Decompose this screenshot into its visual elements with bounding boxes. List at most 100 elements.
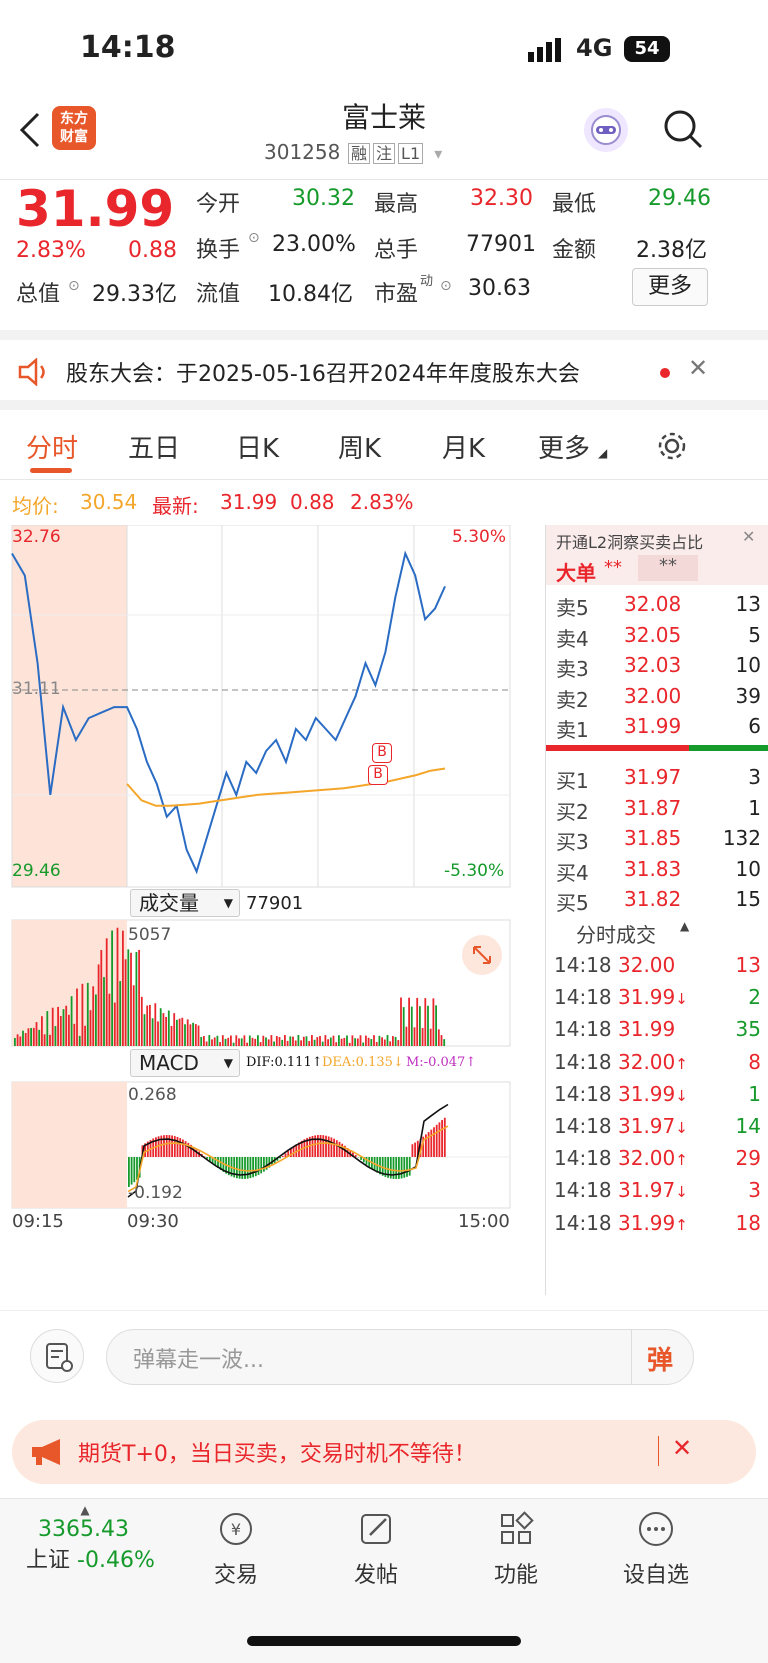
tab-weekly[interactable]: 周K xyxy=(338,428,381,465)
ask-row[interactable]: 卖4 32.05 5 xyxy=(546,619,768,651)
volume-bar xyxy=(140,996,143,1046)
speaker-icon xyxy=(18,358,45,386)
macd-bar xyxy=(395,1157,398,1179)
dropdown-icon[interactable]: ▾ xyxy=(434,144,442,163)
intraday-chart[interactable]: 32.76 31.11 29.46 5.30% -5.30% B B 成交量 ▼ … xyxy=(0,524,545,1295)
tab-trade[interactable]: ¥ 交易 xyxy=(176,1509,296,1589)
bid-row[interactable]: 买1 31.97 3 xyxy=(546,761,768,793)
tab-intraday[interactable]: 分时 xyxy=(26,428,78,465)
chart-tabs: 分时 五日 日K 周K 月K 更多 ◢ xyxy=(0,410,768,480)
l2-promo-text: 开通L2洞察买卖占比 xyxy=(556,533,704,552)
close-icon[interactable]: ✕ xyxy=(742,527,755,546)
notice-bar[interactable]: 股东大会：于2025-05-16召开2024年年度股东大会 ✕ xyxy=(0,340,768,410)
tab-more-caret-icon: ◢ xyxy=(598,446,608,460)
stock-name: 富士莱 xyxy=(341,101,426,134)
ad-banner[interactable]: 期货T+0，当日买卖，交易时机不等待！ ✕ xyxy=(12,1420,756,1484)
macd-bar xyxy=(244,1157,246,1179)
stat-label-high: 最高 xyxy=(374,192,419,217)
volume-bar xyxy=(19,1036,22,1046)
pe-info-icon[interactable]: ⊙ xyxy=(440,278,452,294)
info-icon[interactable]: ⊙ xyxy=(68,278,80,294)
volume-bar xyxy=(329,1037,332,1046)
y-mid-label: 31.11 xyxy=(12,679,61,699)
volume-bar xyxy=(41,1016,43,1046)
volume-selector[interactable]: 成交量 ▼ xyxy=(130,889,240,917)
volume-bar xyxy=(429,1028,432,1046)
macd-selector[interactable]: MACD ▼ xyxy=(130,1049,240,1077)
index-ticker[interactable]: ▲ 3365.43 上证 -0.46% xyxy=(20,1503,155,1574)
last-pct: 2.83% xyxy=(350,490,414,514)
collapse-icon[interactable]: ▲ xyxy=(680,919,689,933)
tick-price: 32.00↑ xyxy=(618,1050,688,1074)
volume-bar xyxy=(65,1005,68,1046)
tick-arrow: ↓ xyxy=(675,1119,688,1137)
turnover-info-icon[interactable]: ⊙ xyxy=(248,230,260,246)
buy-marker-2[interactable]: B xyxy=(368,765,388,785)
volume-bar xyxy=(211,1039,213,1046)
macd-bar xyxy=(430,1129,433,1157)
tab-more[interactable]: 更多 xyxy=(538,428,590,465)
bid-row[interactable]: 买2 31.87 1 xyxy=(546,792,768,824)
volume-bar xyxy=(273,1041,275,1046)
bid-row[interactable]: 买3 31.85 132 xyxy=(546,822,768,854)
close-icon[interactable]: ✕ xyxy=(688,354,708,382)
index-caret-icon: ▲ xyxy=(80,1503,90,1517)
tab-post[interactable]: 发帖 xyxy=(316,1509,436,1589)
danmu-list-icon[interactable] xyxy=(30,1329,84,1383)
ask-vol: 39 xyxy=(735,683,761,708)
ask-price: 32.08 xyxy=(624,592,682,616)
volume-bar xyxy=(27,1028,30,1046)
tab-5day[interactable]: 五日 xyxy=(128,428,180,465)
search-icon[interactable] xyxy=(662,108,704,150)
volume-bar xyxy=(84,1025,86,1046)
volume-bar xyxy=(86,982,89,1046)
expand-icon[interactable] xyxy=(462,935,502,975)
volume-bar xyxy=(186,1019,189,1046)
volume-bar xyxy=(219,1042,221,1046)
volume-bar xyxy=(108,993,111,1046)
back-icon[interactable] xyxy=(18,112,42,148)
tab-functions[interactable]: 功能 xyxy=(456,1509,576,1589)
ask-row[interactable]: 卖2 32.00 39 xyxy=(546,680,768,712)
macd-bar xyxy=(333,1138,335,1157)
bid-row[interactable]: 买5 31.82 15 xyxy=(546,883,768,915)
tick-row: 14:18 31.97↓ 3 xyxy=(546,1174,768,1206)
volume-bar xyxy=(354,1038,356,1046)
l2-promo[interactable]: 开通L2洞察买卖占比 ✕ 大单 ** ** xyxy=(546,525,768,585)
volume-bar xyxy=(70,996,73,1046)
tick-time: 14:18 xyxy=(554,985,612,1010)
ticks-header[interactable]: 分时成交 ▲ xyxy=(546,913,768,953)
danmu-send-button[interactable]: 弹 xyxy=(647,1340,673,1377)
tab-daily[interactable]: 日K xyxy=(236,428,279,465)
volume-bar xyxy=(238,1038,240,1046)
more-button[interactable]: 更多 xyxy=(632,268,708,306)
tab-monthly[interactable]: 月K xyxy=(442,428,485,465)
volume-bar xyxy=(437,1029,440,1046)
settings-gear-icon[interactable] xyxy=(656,430,688,462)
ask-row[interactable]: 卖3 32.03 10 xyxy=(546,649,768,681)
stat-value-low: 29.46 xyxy=(648,186,711,211)
volume-bar xyxy=(251,1037,254,1046)
volume-bar xyxy=(100,950,103,1046)
bid-row[interactable]: 买4 31.83 10 xyxy=(546,853,768,885)
danmu-input[interactable]: 弹幕走一波... 弹 xyxy=(106,1329,694,1385)
macd-bar xyxy=(254,1157,257,1177)
tick-price: 31.99↓ xyxy=(618,1082,688,1106)
ask-row[interactable]: 卖5 32.08 13 xyxy=(546,588,768,620)
buy-marker-1[interactable]: B xyxy=(372,743,392,763)
robot-avatar[interactable] xyxy=(584,108,628,152)
volume-bar xyxy=(305,1036,308,1046)
volume-bar xyxy=(221,1035,224,1046)
macd-bar xyxy=(411,1144,414,1157)
stat-value-high: 32.30 xyxy=(470,186,533,211)
tick-price-value: 31.97 xyxy=(618,1114,676,1138)
ad-close-icon[interactable]: ✕ xyxy=(672,1434,692,1462)
ask-row[interactable]: 卖1 31.99 6 xyxy=(546,710,768,742)
status-bar: 14:18 4G 54 xyxy=(0,0,768,100)
tab-watchlist[interactable]: 设自选 xyxy=(596,1509,716,1589)
volume-bar xyxy=(194,1024,197,1046)
app-logo[interactable]: 东方 财富 xyxy=(52,106,96,150)
volume-bar xyxy=(381,1037,383,1046)
macd-bar xyxy=(281,1155,284,1157)
bid-level: 买2 xyxy=(556,799,589,824)
